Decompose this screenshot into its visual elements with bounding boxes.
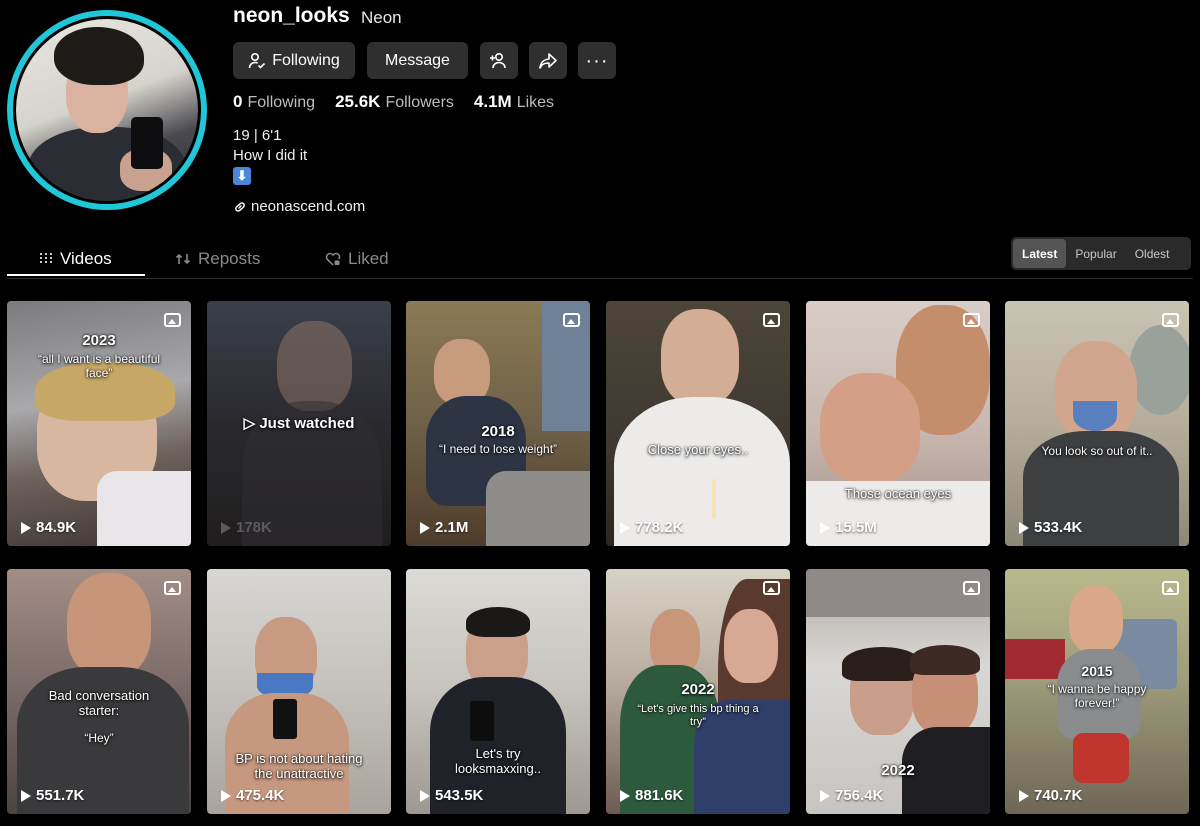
video-card[interactable]: Bad conversation starter: “Hey” 551.7K xyxy=(7,569,191,814)
video-caption: BP is not about hating the unattractive xyxy=(235,751,363,781)
photo-slideshow-icon xyxy=(763,581,780,595)
play-icon xyxy=(221,521,231,534)
play-icon xyxy=(21,789,31,802)
play-icon xyxy=(420,521,430,534)
more-dots-icon: ··· xyxy=(585,49,609,72)
view-count: 533.4K xyxy=(1019,519,1082,536)
profile-stats: 0 Following 25.6K Followers 4.1M Likes xyxy=(233,92,554,112)
following-button-label: Following xyxy=(272,51,340,69)
repost-icon xyxy=(175,253,191,265)
tab-liked[interactable]: Liked xyxy=(325,242,389,276)
view-count: 475.4K xyxy=(221,787,284,804)
profile-link[interactable]: neonascend.com xyxy=(233,198,365,215)
video-caption: Those ocean eyes xyxy=(844,486,952,501)
video-card[interactable]: 2022 756.4K xyxy=(806,569,990,814)
message-button[interactable]: Message xyxy=(367,42,468,79)
just-watched-label: ▷ Just watched xyxy=(243,415,355,432)
video-card[interactable]: Close your eyes.. 778.2K xyxy=(606,301,790,546)
heart-lock-icon xyxy=(325,252,341,266)
share-button[interactable] xyxy=(529,42,567,79)
following-button[interactable]: Following xyxy=(233,42,355,79)
add-friend-button[interactable] xyxy=(480,42,518,79)
profile-link-text: neonascend.com xyxy=(251,198,366,215)
view-count: 543.5K xyxy=(420,787,483,804)
play-icon xyxy=(620,521,630,534)
profile-bio: 19 | 6'1 How I did it ⬇ xyxy=(233,126,307,186)
down-arrow-emoji-icon: ⬇ xyxy=(233,167,251,185)
video-caption-title: 2018 xyxy=(481,423,515,440)
play-icon xyxy=(820,521,830,534)
video-caption: “all I want is a beautiful face” xyxy=(37,352,161,380)
view-count: 756.4K xyxy=(820,787,883,804)
play-icon xyxy=(820,789,830,802)
tab-reposts[interactable]: Reposts xyxy=(175,242,260,276)
message-button-label: Message xyxy=(385,51,450,69)
video-card[interactable]: 2018 “I need to lose weight” 2.1M xyxy=(406,301,590,546)
video-card[interactable]: ▷ Just watched 178K xyxy=(207,301,391,546)
view-count: 2.1M xyxy=(420,519,468,536)
video-card[interactable]: Those ocean eyes 15.5M xyxy=(806,301,990,546)
video-caption: “I need to lose weight” xyxy=(438,442,558,456)
view-count: 740.7K xyxy=(1019,787,1082,804)
play-icon xyxy=(1019,789,1029,802)
photo-slideshow-icon xyxy=(1162,581,1179,595)
view-count: 15.5M xyxy=(820,519,877,536)
add-user-icon xyxy=(490,52,506,68)
sort-toggle: Latest Popular Oldest xyxy=(1011,237,1191,270)
video-card[interactable]: 2022 “Let's give this bp thing a try” 88… xyxy=(606,569,790,814)
link-icon xyxy=(235,201,245,212)
followers-stat[interactable]: 25.6K Followers xyxy=(335,92,454,112)
play-icon xyxy=(620,789,630,802)
view-count: 778.2K xyxy=(620,519,683,536)
tab-videos[interactable]: Videos xyxy=(39,242,112,276)
view-count: 881.6K xyxy=(620,787,683,804)
share-icon xyxy=(539,52,557,69)
sort-oldest[interactable]: Oldest xyxy=(1126,239,1179,268)
view-count: 551.7K xyxy=(21,787,84,804)
nickname: Neon xyxy=(361,8,402,27)
username: neon_looks xyxy=(233,4,350,27)
video-card[interactable]: Let's try looksmaxxing.. 543.5K xyxy=(406,569,590,814)
active-tab-indicator xyxy=(7,274,145,276)
video-caption-title: 2015 xyxy=(1081,663,1113,679)
bio-line: How I did it xyxy=(233,147,308,164)
sort-popular[interactable]: Popular xyxy=(1066,239,1125,268)
play-icon xyxy=(420,789,430,802)
avatar-image xyxy=(16,19,198,201)
video-caption: Bad conversation starter: xyxy=(48,688,150,718)
photo-slideshow-icon xyxy=(563,313,580,327)
play-icon xyxy=(1019,521,1029,534)
video-caption: Let's try looksmaxxing.. xyxy=(455,746,541,776)
user-check-icon xyxy=(248,52,266,69)
play-icon xyxy=(21,521,31,534)
bio-line: 19 | 6'1 xyxy=(233,127,282,144)
video-caption: You look so out of it.. xyxy=(1041,444,1153,458)
video-caption-title: 2022 xyxy=(881,762,915,779)
grid-icon xyxy=(40,253,52,265)
photo-slideshow-icon xyxy=(1162,313,1179,327)
photo-slideshow-icon xyxy=(963,581,980,595)
profile-avatar[interactable] xyxy=(7,10,207,210)
likes-stat: 4.1M Likes xyxy=(473,92,555,111)
photo-slideshow-icon xyxy=(164,313,181,327)
video-caption-quote: “Hey” xyxy=(84,731,114,745)
view-count: 178K xyxy=(221,519,272,536)
video-card[interactable]: 2023 “all I want is a beautiful face” 84… xyxy=(7,301,191,546)
video-caption-title: 2023 xyxy=(82,332,116,349)
video-card[interactable]: BP is not about hating the unattractive … xyxy=(207,569,391,814)
photo-slideshow-icon xyxy=(963,313,980,327)
video-caption: “Let's give this bp thing a try” xyxy=(637,703,759,728)
view-count: 84.9K xyxy=(21,519,76,536)
photo-slideshow-icon xyxy=(164,581,181,595)
video-card[interactable]: You look so out of it.. 533.4K xyxy=(1005,301,1189,546)
video-caption: “I wanna be happy forever!” xyxy=(1047,682,1147,710)
play-icon xyxy=(221,789,231,802)
photo-slideshow-icon xyxy=(763,313,780,327)
video-card[interactable]: 2015 “I wanna be happy forever!” 740.7K xyxy=(1005,569,1189,814)
video-caption-title: 2022 xyxy=(681,681,715,698)
following-stat[interactable]: 0 Following xyxy=(233,92,315,112)
video-caption: Close your eyes.. xyxy=(647,442,749,457)
sort-latest[interactable]: Latest xyxy=(1013,239,1067,268)
more-options-button[interactable]: ··· xyxy=(578,42,616,79)
